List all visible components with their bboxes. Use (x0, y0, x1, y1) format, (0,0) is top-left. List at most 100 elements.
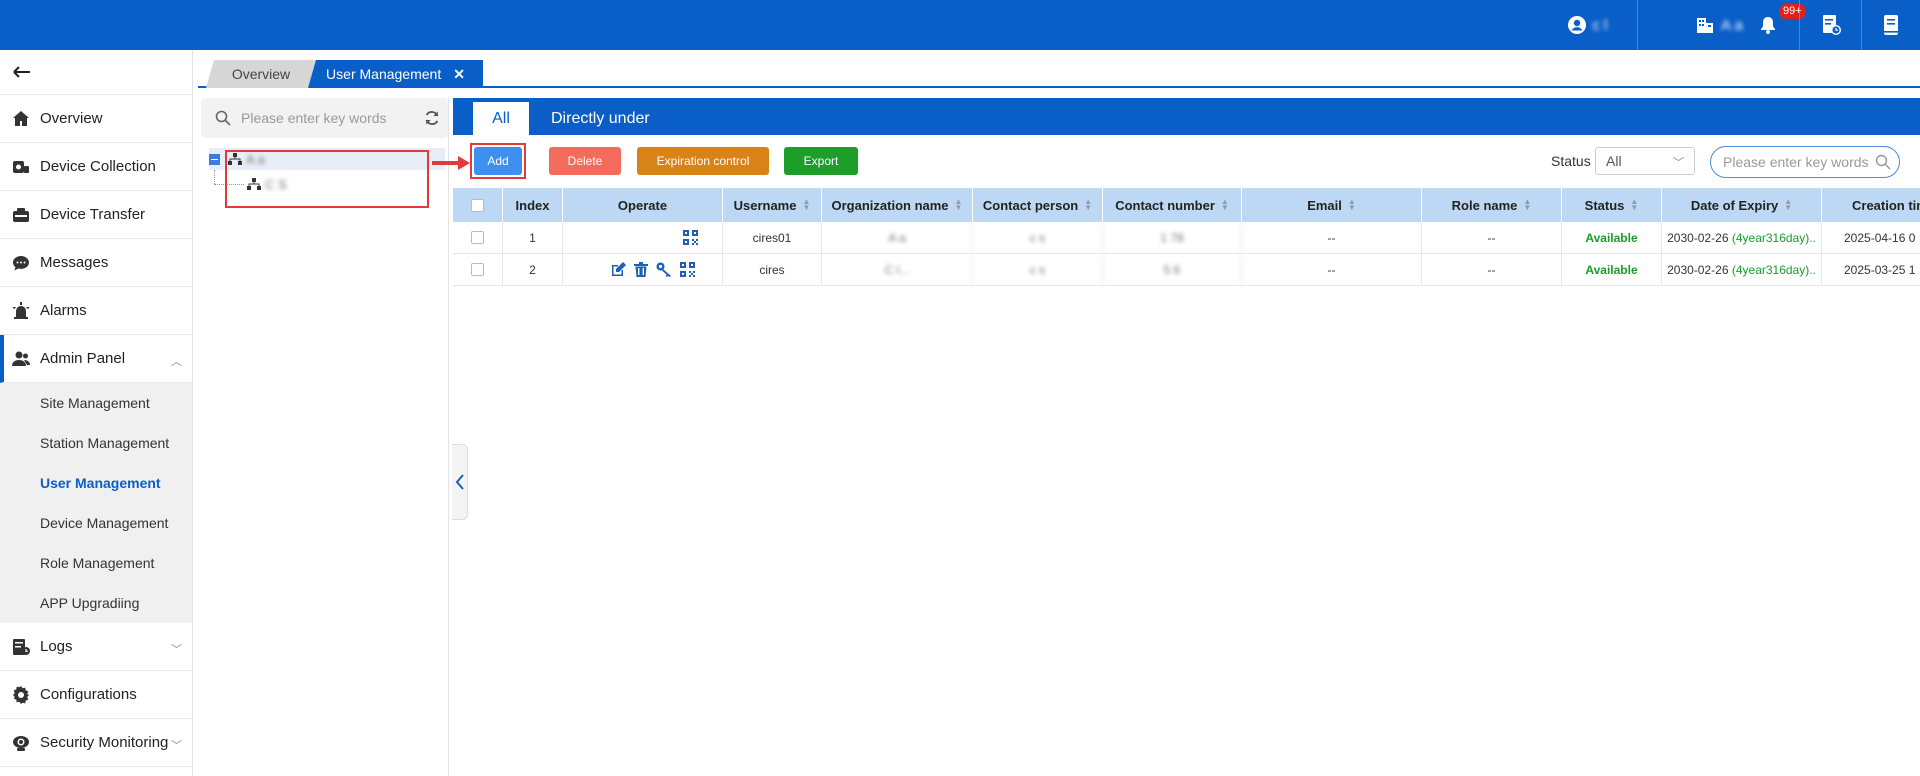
tree-search-input[interactable]: Please enter key words (201, 98, 448, 138)
sort-icon[interactable]: ▲ ▼ (1523, 198, 1531, 212)
sidebar-item-device-management[interactable]: Device Management (0, 503, 192, 543)
table-row[interactable]: 2 cires C l... c s 5 6 -- -- Available 2… (453, 254, 1920, 286)
cell-role-name: -- (1422, 254, 1562, 285)
key-icon[interactable] (656, 262, 672, 277)
header-label: Status (1584, 197, 1625, 213)
cell-username: cires01 (723, 222, 822, 253)
gear-icon (12, 685, 30, 704)
cell-creation-time: 2025-04-16 0 (1844, 230, 1916, 245)
header-label: Contact person (982, 197, 1079, 213)
sidebar: Overview Device Collection Device Transf… (0, 50, 193, 776)
sidebar-item-alarms[interactable]: Alarms (0, 287, 192, 335)
sidebar-item-label: Configurations (40, 686, 137, 703)
close-icon[interactable]: ✕ (453, 66, 465, 83)
delete-button[interactable]: Delete (549, 147, 621, 175)
cell-username: cires (723, 254, 822, 285)
qr-code-icon[interactable] (683, 230, 698, 245)
column-header-contact-number[interactable]: Contact number ▲ ▼ (1103, 188, 1242, 222)
row-checkbox-cell (453, 254, 503, 285)
collapse-tree-handle[interactable] (452, 444, 468, 520)
sort-icon[interactable]: ▲ ▼ (1630, 198, 1638, 212)
cell-index: 1 (503, 222, 563, 253)
cell-index: 2 (503, 254, 563, 285)
qr-code-icon[interactable] (679, 262, 695, 277)
top-bar: c l A a 99+ (0, 0, 1920, 50)
tab-overview[interactable]: Overview (206, 60, 316, 88)
tab-user-management[interactable]: User Management ✕ (308, 60, 483, 88)
sidebar-item-configurations[interactable]: Configurations (0, 671, 192, 719)
sidebar-item-app-upgrading[interactable]: APP Upgradiing (0, 583, 192, 623)
edit-icon[interactable] (611, 262, 626, 277)
sidebar-item-label: Alarms (40, 302, 87, 319)
home-icon (12, 110, 30, 128)
column-header-email[interactable]: Email ▲ ▼ (1242, 188, 1422, 222)
expiration-control-button[interactable]: Expiration control (637, 147, 769, 175)
sort-icon[interactable]: ▲ ▼ (1784, 198, 1792, 212)
add-button[interactable]: Add (474, 147, 522, 175)
sort-icon[interactable]: ▲ ▼ (1084, 198, 1092, 212)
tab-label: User Management (326, 66, 442, 82)
annotation-highlight-tree (225, 150, 429, 208)
row-checkbox[interactable] (471, 263, 484, 276)
cell-organization: A a (822, 222, 973, 253)
export-button[interactable]: Export (784, 147, 858, 175)
sort-icon[interactable]: ▲ ▼ (1221, 198, 1229, 212)
header-label: Organization name (831, 197, 949, 213)
search-icon (1875, 154, 1891, 170)
sort-icon[interactable]: ▲ ▼ (1348, 198, 1356, 212)
sidebar-item-overview[interactable]: Overview (0, 95, 192, 143)
tab-directly-under[interactable]: Directly under (551, 102, 650, 135)
sidebar-item-device-collection[interactable]: Device Collection (0, 143, 192, 191)
cell-role-name: -- (1422, 222, 1562, 253)
column-header-role-name[interactable]: Role name ▲ ▼ (1422, 188, 1562, 222)
main-tabs: All Directly under (453, 98, 1920, 135)
cell-operate (563, 254, 723, 285)
messages-icon (12, 254, 30, 272)
cell-organization: C l... (822, 254, 973, 285)
sidebar-item-role-management[interactable]: Role Management (0, 543, 192, 583)
column-header-operate: Operate (563, 188, 723, 222)
sort-icon[interactable]: ▲ ▼ (955, 198, 963, 212)
camera-icon (12, 734, 30, 752)
collapse-sidebar-button[interactable] (0, 50, 192, 95)
row-checkbox[interactable] (471, 231, 484, 244)
sidebar-item-messages[interactable]: Messages (0, 239, 192, 287)
sidebar-item-user-management[interactable]: User Management (0, 463, 192, 503)
search-input[interactable]: Please enter key words (1710, 146, 1900, 178)
status-select[interactable]: All ﹀ (1595, 147, 1695, 175)
tab-all[interactable]: All (473, 102, 529, 135)
column-header-date-of-expiry[interactable]: Date of Expiry ▲ ▼ (1662, 188, 1822, 222)
column-header-organization[interactable]: Organization name ▲ ▼ (822, 188, 973, 222)
building-icon (1697, 18, 1714, 33)
refresh-icon[interactable] (424, 110, 440, 129)
trash-icon[interactable] (633, 262, 648, 277)
sort-icon[interactable]: ▲ ▼ (802, 198, 810, 212)
manual-button[interactable] (1861, 0, 1920, 50)
user-menu[interactable]: c l (1537, 0, 1637, 50)
reports-button[interactable] (1799, 0, 1861, 50)
admin-submenu: Site Management Station Management User … (0, 383, 192, 623)
collapse-node-icon[interactable] (209, 153, 220, 165)
report-clock-icon (1822, 15, 1841, 35)
sidebar-item-device-transfer[interactable]: Device Transfer (0, 191, 192, 239)
organization-tree-panel: Please enter key words A a C S (199, 98, 449, 776)
cell-date-of-expiry: 2030-02-26 (4year316day).. (1662, 254, 1822, 285)
column-header-status[interactable]: Status ▲ ▼ (1562, 188, 1662, 222)
select-all-checkbox-cell (453, 188, 503, 222)
sidebar-item-logs[interactable]: Logs ﹀ (0, 623, 192, 671)
notifications-button[interactable]: 99+ (1737, 0, 1806, 50)
header-label: Contact number (1115, 197, 1215, 213)
sidebar-item-station-management[interactable]: Station Management (0, 423, 192, 463)
sidebar-item-site-management[interactable]: Site Management (0, 383, 192, 423)
column-header-username[interactable]: Username ▲ ▼ (723, 188, 822, 222)
sidebar-item-security-monitoring[interactable]: Security Monitoring ﹀ (0, 719, 192, 767)
cell-contact-person: c s (973, 222, 1103, 253)
table-row[interactable]: 1 cires01 A a c s 1 78 -- -- Available 2… (453, 222, 1920, 254)
chevron-left-icon (455, 474, 464, 490)
select-all-checkbox[interactable] (471, 198, 484, 212)
table-header: Index Operate Username ▲ ▼ Organization na… (453, 188, 1920, 222)
column-header-contact-person[interactable]: Contact person ▲ ▼ (973, 188, 1103, 222)
status-select-value: All (1606, 153, 1622, 169)
sidebar-item-admin-panel[interactable]: Admin Panel ︿ (0, 335, 192, 383)
expiry-remaining: (4year316day).. (1731, 230, 1816, 245)
